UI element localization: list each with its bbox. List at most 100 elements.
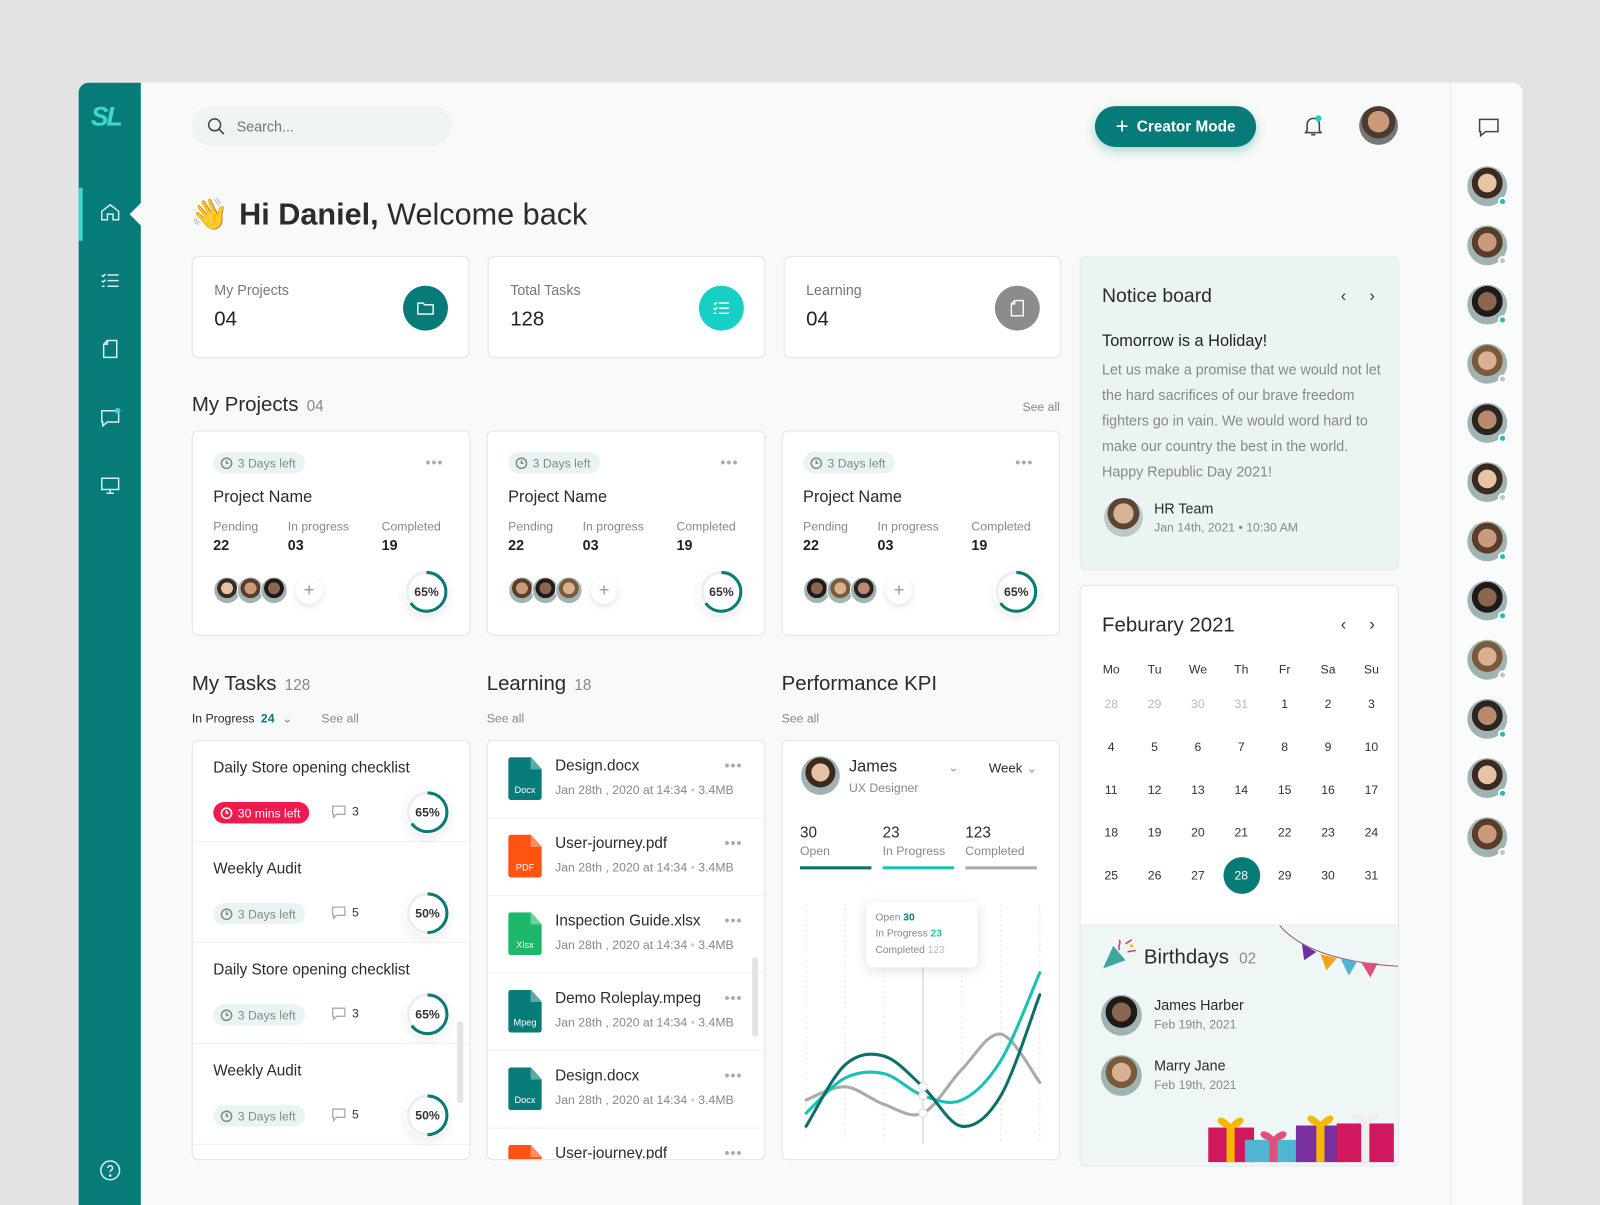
- calendar-day[interactable]: 31: [1223, 686, 1260, 723]
- prev-arrow-icon[interactable]: ‹: [1341, 288, 1346, 306]
- calendar-day[interactable]: 6: [1180, 729, 1217, 766]
- birthday-item[interactable]: Marry Jane Feb 19th, 2021: [1101, 1055, 1387, 1098]
- calendar-day[interactable]: 8: [1266, 729, 1303, 766]
- search-input[interactable]: [236, 117, 431, 135]
- stat-card-0[interactable]: My Projects 04: [191, 256, 470, 359]
- contact-avatar[interactable]: [1467, 343, 1508, 384]
- calendar-day[interactable]: 9: [1310, 729, 1347, 766]
- calendar-day[interactable]: 29: [1266, 857, 1303, 894]
- task-item[interactable]: Daily Store opening checklist 30 mins le…: [192, 741, 470, 842]
- calendar-day[interactable]: 28: [1093, 686, 1130, 723]
- file-item[interactable]: PDF User-journey.pdf Jan 28th , 2020 at …: [487, 818, 765, 896]
- contact-avatar[interactable]: [1467, 403, 1508, 443]
- add-member-button[interactable]: +: [590, 577, 618, 605]
- calendar-day[interactable]: 25: [1093, 857, 1130, 894]
- more-options-icon[interactable]: •••: [724, 912, 742, 928]
- scrollbar[interactable]: [752, 957, 759, 1037]
- calendar-day[interactable]: 23: [1310, 814, 1347, 851]
- calendar-day[interactable]: 22: [1266, 814, 1303, 851]
- sidebar-item-home[interactable]: [78, 187, 142, 241]
- scrollbar[interactable]: [457, 1021, 464, 1104]
- calendar-day[interactable]: 17: [1353, 771, 1390, 808]
- kpi-stat-completed[interactable]: 123 Completed: [965, 824, 1037, 870]
- more-options-icon[interactable]: •••: [720, 454, 738, 470]
- contact-avatar[interactable]: [1467, 225, 1508, 266]
- project-card[interactable]: 3 Days left ••• Project Name Pending 22 I…: [486, 430, 766, 636]
- sidebar-item-documents[interactable]: [79, 331, 141, 372]
- contact-avatar[interactable]: [1467, 580, 1508, 621]
- calendar-day[interactable]: 3: [1353, 686, 1390, 723]
- prev-month-icon[interactable]: ‹: [1341, 616, 1346, 634]
- file-item[interactable]: PDF User-journey.pdf •••: [488, 1129, 765, 1160]
- calendar-day[interactable]: 7: [1223, 729, 1260, 766]
- tasks-filter-dropdown[interactable]: In Progress 24 ⌄: [192, 711, 292, 725]
- kpi-see-all-link[interactable]: See all: [782, 711, 819, 725]
- calendar-day[interactable]: 26: [1136, 857, 1173, 894]
- calendar-day[interactable]: 24: [1353, 814, 1390, 851]
- calendar-day[interactable]: 29: [1136, 686, 1173, 723]
- search-bar[interactable]: [191, 106, 453, 146]
- calendar-day[interactable]: 16: [1310, 771, 1347, 808]
- sidebar-item-presentation[interactable]: [79, 467, 141, 508]
- calendar-day[interactable]: 31: [1353, 857, 1390, 894]
- stat-card-1[interactable]: Total Tasks 128: [487, 256, 766, 359]
- period-select[interactable]: Week ⌄: [989, 760, 1038, 776]
- bell-icon[interactable]: [1301, 113, 1325, 143]
- file-item[interactable]: Xlsx Inspection Guide.xlsx Jan 28th , 20…: [487, 896, 765, 974]
- more-options-icon[interactable]: •••: [1015, 454, 1033, 470]
- contact-avatar[interactable]: [1467, 639, 1508, 680]
- sidebar-item-messages[interactable]: [79, 399, 141, 440]
- calendar-day[interactable]: 13: [1180, 771, 1217, 808]
- contact-avatar[interactable]: [1467, 284, 1508, 325]
- calendar-day[interactable]: 18: [1093, 814, 1130, 851]
- calendar-day[interactable]: 15: [1266, 771, 1303, 808]
- more-options-icon[interactable]: •••: [724, 757, 742, 773]
- calendar-day[interactable]: 21: [1223, 814, 1260, 851]
- calendar-day[interactable]: 12: [1136, 771, 1173, 808]
- task-item[interactable]: Weekly Audit 3 Days left 5 50%: [192, 1044, 470, 1145]
- learning-see-all-link[interactable]: See all: [487, 711, 524, 725]
- file-item[interactable]: Docx Design.docx Jan 28th , 2020 at 14:3…: [487, 1051, 765, 1129]
- calendar-day[interactable]: 4: [1093, 729, 1130, 766]
- kpi-stat-in-progress[interactable]: 23 In Progress: [882, 824, 955, 870]
- calendar-day[interactable]: 20: [1180, 814, 1217, 851]
- tasks-see-all-link[interactable]: See all: [321, 711, 358, 725]
- project-card[interactable]: 3 Days left ••• Project Name Pending 22 I…: [781, 430, 1061, 636]
- calendar-day[interactable]: 10: [1353, 729, 1390, 766]
- calendar-day[interactable]: 5: [1136, 729, 1173, 766]
- calendar-day[interactable]: 1: [1266, 686, 1303, 723]
- next-arrow-icon[interactable]: ›: [1369, 288, 1374, 306]
- contact-avatar[interactable]: [1467, 758, 1508, 798]
- user-select[interactable]: James ⌄: [849, 758, 958, 776]
- contact-avatar[interactable]: [1467, 521, 1508, 562]
- calendar-day[interactable]: 19: [1136, 814, 1173, 851]
- creator-mode-button[interactable]: + Creator Mode: [1094, 106, 1257, 147]
- birthday-item[interactable]: James Harber Feb 19th, 2021: [1101, 994, 1387, 1038]
- calendar-day[interactable]: 30: [1180, 686, 1217, 723]
- more-options-icon[interactable]: •••: [724, 835, 742, 851]
- chat-icon[interactable]: [1478, 117, 1500, 143]
- stat-card-2[interactable]: Learning 04: [783, 256, 1062, 359]
- contact-avatar[interactable]: [1467, 166, 1508, 207]
- next-month-icon[interactable]: ›: [1369, 616, 1374, 634]
- add-member-button[interactable]: +: [885, 577, 913, 605]
- more-options-icon[interactable]: •••: [426, 454, 444, 470]
- kpi-stat-open[interactable]: 30 Open: [799, 824, 872, 870]
- contact-avatar[interactable]: [1467, 698, 1508, 739]
- calendar-day[interactable]: 11: [1093, 771, 1130, 808]
- calendar-day[interactable]: 27: [1180, 857, 1217, 894]
- calendar-day[interactable]: 14: [1223, 771, 1260, 808]
- contact-avatar[interactable]: [1467, 817, 1508, 858]
- calendar-day[interactable]: 2: [1310, 686, 1347, 723]
- more-options-icon[interactable]: •••: [724, 990, 742, 1006]
- user-avatar[interactable]: [1359, 106, 1398, 145]
- add-member-button[interactable]: +: [295, 577, 323, 605]
- projects-see-all-link[interactable]: See all: [1022, 400, 1059, 414]
- sidebar-item-tasks[interactable]: [79, 262, 141, 303]
- task-item[interactable]: Weekly Audit 3 Days left 5 50%: [192, 842, 470, 943]
- project-card[interactable]: 3 Days left ••• Project Name Pending 22 I…: [191, 430, 471, 636]
- file-item[interactable]: Docx Design.docx Jan 28th , 2020 at 14:3…: [487, 741, 765, 819]
- more-options-icon[interactable]: •••: [724, 1145, 742, 1159]
- file-item[interactable]: Mpeg Demo Roleplay.mpeg Jan 28th , 2020 …: [487, 973, 765, 1052]
- help-icon[interactable]: [79, 1150, 141, 1191]
